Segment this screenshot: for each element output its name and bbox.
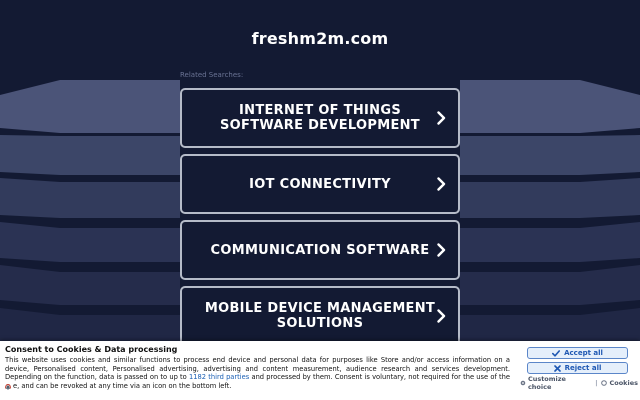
accept-all-label: Accept all (564, 349, 603, 357)
related-link-text: COMMUNICATION SOFTWARE (210, 242, 430, 258)
footer-separator: | (595, 379, 598, 387)
check-icon (552, 349, 561, 357)
related-link-card[interactable]: COMMUNICATION SOFTWARE (180, 220, 460, 280)
consent-footer-links: Customize choice | Cookies (520, 375, 638, 391)
third-parties-link[interactable]: 1182 third parties (189, 373, 249, 381)
cookies-label: Cookies (609, 379, 638, 387)
customize-choice-link[interactable]: Customize choice (520, 375, 591, 391)
x-icon (553, 364, 561, 372)
cookie-icon (601, 380, 608, 386)
chevron-right-icon (437, 309, 446, 323)
chevron-right-icon (437, 243, 446, 257)
related-link-card[interactable]: MOBILE DEVICE MANAGEMENT SOLUTIONS (180, 286, 460, 346)
related-link-text: IOT CONNECTIVITY (249, 176, 391, 192)
cookies-link[interactable]: Cookies (601, 379, 638, 387)
chevron-right-icon (437, 177, 446, 191)
reject-all-label: Reject all (564, 364, 602, 372)
accept-all-button[interactable]: Accept all (527, 347, 628, 359)
consent-title: Consent to Cookies & Data processing (5, 345, 178, 354)
related-link-text: INTERNET OF THINGS SOFTWARE DEVELOPMENT (220, 103, 420, 133)
customize-choice-label: Customize choice (527, 375, 566, 391)
related-links-list: INTERNET OF THINGS SOFTWARE DEVELOPMENT … (180, 88, 460, 352)
related-link-card[interactable]: INTERNET OF THINGS SOFTWARE DEVELOPMENT (180, 88, 460, 148)
related-searches-label: Related Searches: (180, 71, 244, 79)
chevron-right-icon (437, 111, 446, 125)
reject-all-button[interactable]: Reject all (527, 362, 628, 374)
site-title[interactable]: freshm2m.com (0, 29, 640, 48)
related-link-card[interactable]: IOT CONNECTIVITY (180, 154, 460, 214)
related-link-text: MOBILE DEVICE MANAGEMENT SOLUTIONS (204, 301, 436, 331)
fingerprint-icon[interactable] (3, 382, 13, 392)
consent-body: This website uses cookies and similar fu… (5, 356, 510, 390)
gear-icon (520, 380, 526, 386)
